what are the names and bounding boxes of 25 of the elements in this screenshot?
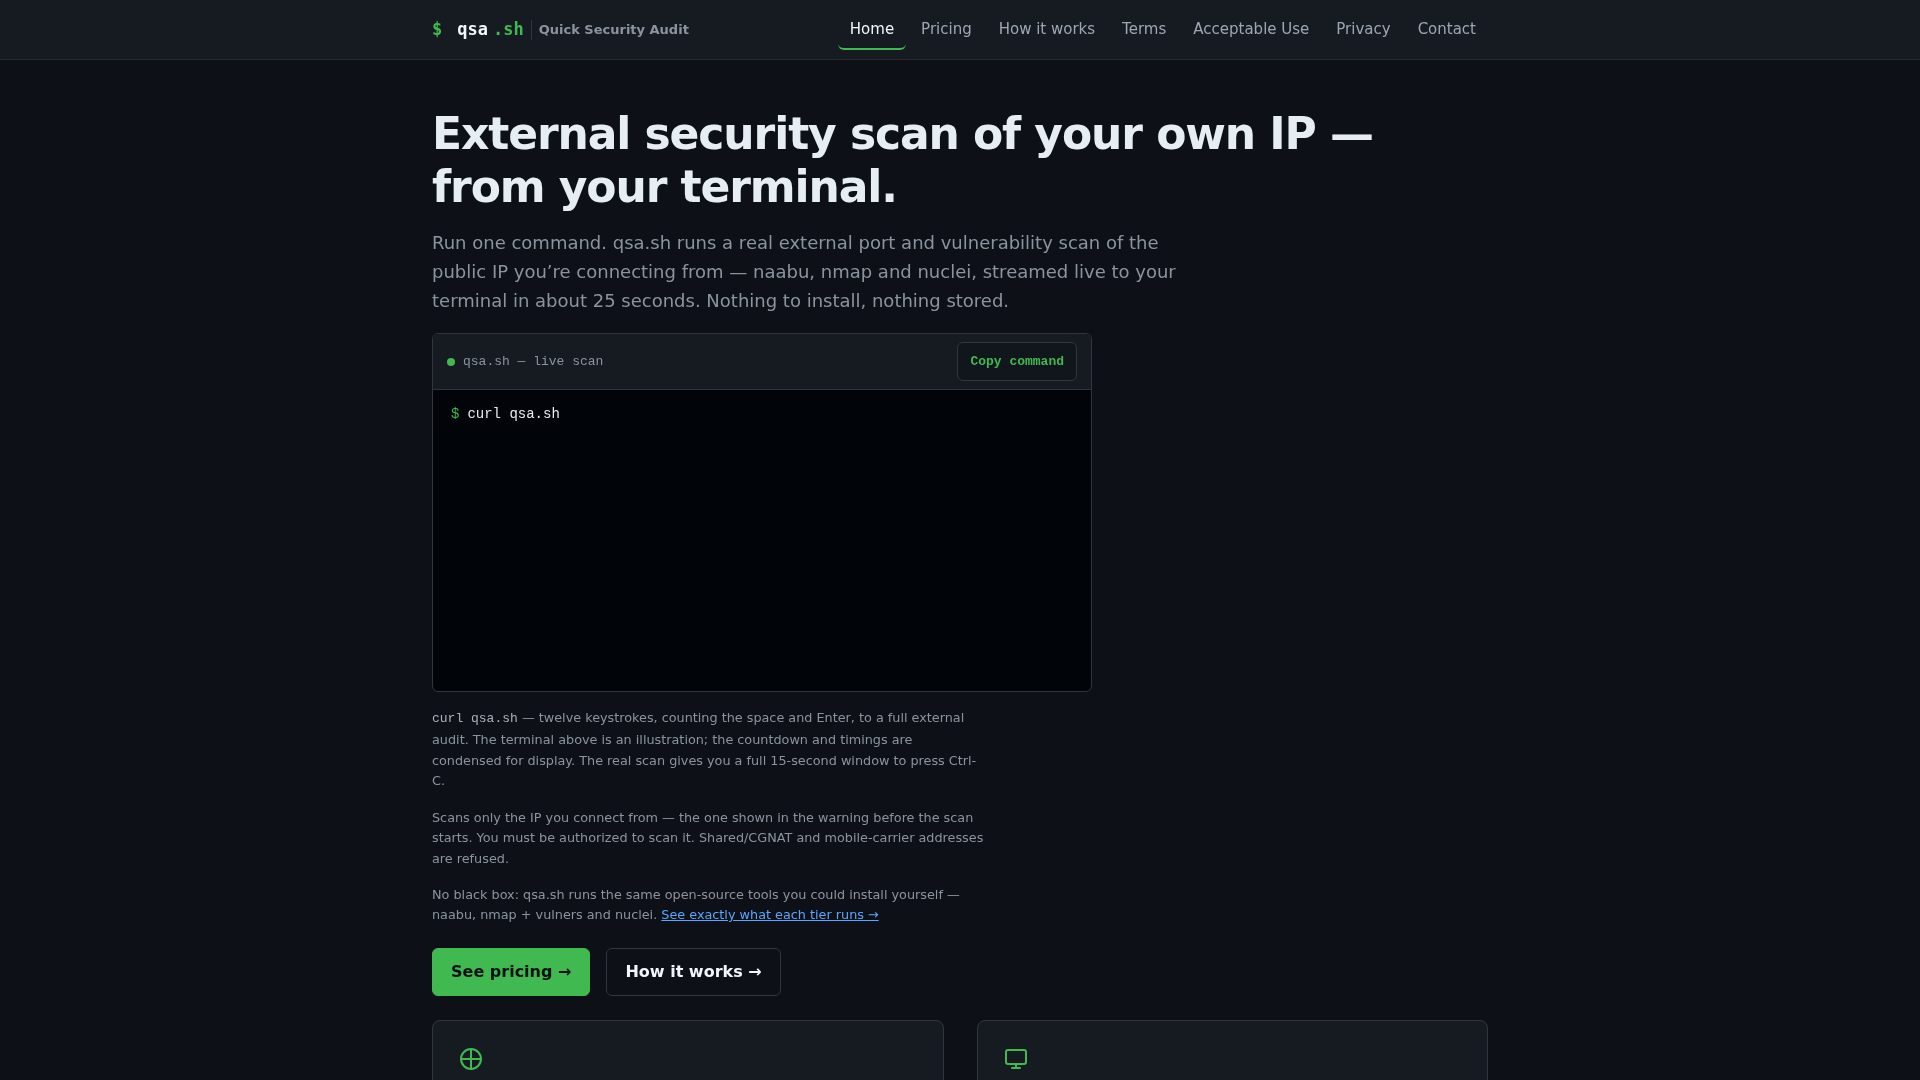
logo-name: qsa [457, 17, 488, 41]
nav-link[interactable]: Terms [1110, 9, 1179, 50]
note-paragraph: Scans only the IP you connect from — the one shown in the warning before the scan starts. You must be authorized to scan it. Shared/CGNAT and mobile-carrier addresses are refused. [432, 808, 985, 868]
nav-link[interactable]: Contact [1405, 9, 1488, 50]
note-paragraph: No black box: qsa.sh runs the same open-source tools you could install yourself — naabu, nmap + vulners and nuclei. See exactly what each tier runs → [432, 886, 961, 925]
tier-details-link[interactable]: See exactly what each tier runs → [661, 907, 879, 923]
nav-link[interactable]: Pricing [909, 9, 984, 50]
terminal-prompt: $ [451, 405, 460, 425]
copy-command-button[interactable]: Copy command [957, 342, 1077, 382]
how-it-works-button[interactable]: How it works → [606, 947, 781, 996]
tagline: Quick Security Audit [538, 20, 689, 39]
intro-paragraph: Run one command. qsa.sh runs a real external port and vulnerability scan of the public IP you’re connecting from — naabu, nmap and nuclei, streamed live to your terminal in about 25 seconds. Nothing to install, nothing stored. [432, 231, 1177, 313]
circled-cross-icon [459, 1046, 483, 1071]
nav-link[interactable]: Privacy [1324, 9, 1403, 50]
see-pricing-button[interactable]: See pricing → [432, 947, 591, 996]
nav-link[interactable]: Acceptable Use [1181, 9, 1322, 50]
terminal-command: curl qsa.sh [467, 405, 560, 425]
monitor-icon [1003, 1046, 1028, 1071]
terminal-title: qsa.sh — live scan [463, 353, 604, 372]
nav-link[interactable]: How it works [986, 9, 1108, 50]
nav-link[interactable]: Home [837, 9, 907, 50]
logo-suffix: .sh [492, 17, 524, 41]
page-heading: External security scan of your own IP — from your terminal. [432, 107, 1374, 213]
note-paragraph: curl qsa.sh — twelve keystrokes, counting the space and Enter, to a full external audit. The terminal above is an illustration; the countdown and timings are condensed for display. The real scan gives you a full 15-second window to press Ctrl-C. [432, 709, 978, 791]
logo-prompt: $ [432, 17, 443, 41]
